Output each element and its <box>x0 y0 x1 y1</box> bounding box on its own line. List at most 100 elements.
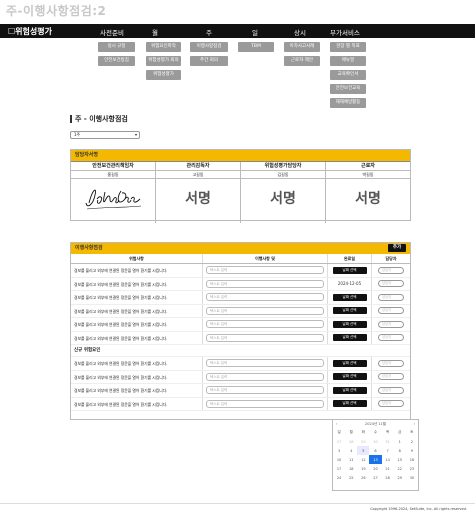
action-input[interactable]: 텍스트 입력 <box>206 293 324 302</box>
calendar-day[interactable]: 2 <box>406 437 418 446</box>
menu-week[interactable]: 주 <box>206 27 212 37</box>
date-select-button[interactable]: 날짜 선택 <box>332 359 367 367</box>
date-select-button[interactable]: 날짜 선택 <box>332 307 367 315</box>
date-select-button[interactable]: 날짜 선택 <box>332 386 367 394</box>
table-row: 경보를 울리고 외부에 연결된 정문을 열어 환기를 시킵니다. 텍스트 입력 날짜… <box>71 384 410 398</box>
manager-input[interactable]: 담당자 <box>378 334 404 342</box>
date-select-button[interactable]: 날짜 선택 <box>332 373 367 381</box>
calendar-day[interactable]: 10 <box>333 455 345 464</box>
action-input[interactable]: 텍스트 입력 <box>206 279 324 288</box>
action-input[interactable]: 텍스트 입력 <box>206 372 324 381</box>
submenu-item[interactable]: 교육확인서 <box>330 70 366 80</box>
brand-label[interactable]: ☐위험성평가 <box>8 26 52 37</box>
manager-cell: 담당자 <box>372 384 410 397</box>
menu-always[interactable]: 상시 <box>294 27 306 37</box>
next-month-icon[interactable]: › <box>414 422 415 426</box>
calendar-day[interactable]: 30 <box>369 437 381 446</box>
manager-input[interactable]: 담당자 <box>378 373 404 381</box>
action-input[interactable]: 텍스트 입력 <box>206 359 324 368</box>
calendar-day[interactable]: 12 <box>357 455 369 464</box>
action-input[interactable]: 텍스트 입력 <box>206 399 324 408</box>
calendar-day[interactable]: 13 <box>369 455 382 464</box>
menu-extra[interactable]: 부가서비스 <box>330 27 360 37</box>
calendar-day[interactable]: 7 <box>382 446 394 455</box>
date-value[interactable]: 2024-12-05 <box>338 281 361 286</box>
date-select-button[interactable]: 날짜 선택 <box>332 293 367 301</box>
calendar-day[interactable]: 8 <box>394 446 406 455</box>
submenu-item[interactable]: TBM <box>238 42 274 52</box>
calendar-day[interactable]: 11 <box>345 455 357 464</box>
calendar-day[interactable]: 17 <box>333 464 345 473</box>
date-select-button[interactable]: 날짜 선택 <box>332 266 367 274</box>
action-input[interactable]: 텍스트 입력 <box>206 306 324 315</box>
calendar-day[interactable]: 29 <box>394 473 406 482</box>
calendar-day[interactable]: 27 <box>333 437 345 446</box>
manager-input[interactable]: 담당자 <box>378 293 404 301</box>
calendar-day[interactable]: 15 <box>394 455 406 464</box>
submenu-item[interactable]: 안전보건방침 <box>98 56 135 66</box>
manager-input[interactable]: 담당자 <box>378 280 404 288</box>
manager-input[interactable]: 담당자 <box>378 359 404 367</box>
sign-button[interactable]: 서명 <box>156 179 240 219</box>
menu-month[interactable]: 월 <box>152 27 158 37</box>
calendar-day[interactable]: 31 <box>382 437 394 446</box>
calendar-day[interactable]: 30 <box>406 473 418 482</box>
manager-input[interactable]: 담당자 <box>378 386 404 394</box>
submenu-item[interactable]: 주간 회의 <box>190 56 228 66</box>
table-header: 위험사항 이행사항 및 완료일 담당자 <box>71 254 410 264</box>
sign-button[interactable]: 서명 <box>241 179 325 219</box>
submenu-item[interactable]: 아차사고사례 <box>284 42 320 52</box>
date-picker[interactable]: ‹ 2024년 11월 › 일월화수목금토 27 28 29 30 31 1 2 3 4 5 6 7 8… <box>332 419 419 491</box>
calendar-day[interactable]: 29 <box>357 437 369 446</box>
manager-input[interactable]: 담당자 <box>378 266 404 274</box>
prev-month-icon[interactable]: ‹ <box>336 422 337 426</box>
submenu-item[interactable]: 안전보건교육 <box>330 84 366 94</box>
submenu-item[interactable]: 현장 별 목표 <box>330 42 366 52</box>
submenu-item[interactable]: 매뉴얼 <box>330 56 366 66</box>
date-select-button[interactable]: 날짜 선택 <box>332 334 367 342</box>
sign-button[interactable]: 서명 <box>326 179 410 219</box>
calendar-day[interactable]: 3 <box>333 446 345 455</box>
signature-box[interactable] <box>71 183 155 223</box>
calendar-day[interactable]: 21 <box>382 464 394 473</box>
submenu-item[interactable]: 위험요인파악 <box>146 42 181 52</box>
calendar-day[interactable]: 6 <box>369 446 381 455</box>
calendar-day[interactable]: 1 <box>394 437 406 446</box>
calendar-day[interactable]: 25 <box>345 473 357 482</box>
new-hazard-header: 신규 위험요인 <box>71 345 410 357</box>
calendar-day[interactable]: 9 <box>406 446 418 455</box>
action-input[interactable]: 텍스트 입력 <box>206 386 324 395</box>
calendar-day[interactable]: 16 <box>406 455 418 464</box>
calendar-day[interactable]: 23 <box>406 464 418 473</box>
submenu-item[interactable]: 이행사항점검 <box>190 42 228 52</box>
action-input[interactable]: 텍스트 입력 <box>206 333 324 342</box>
manager-input[interactable]: 담당자 <box>378 320 404 328</box>
calendar-day[interactable]: 27 <box>369 473 381 482</box>
submenu-item[interactable]: 위험성평가 <box>146 70 181 80</box>
submenu-item[interactable]: 실시 규정 <box>98 42 135 52</box>
submenu-item[interactable]: 근로자 제안 <box>284 56 320 66</box>
calendar-day[interactable]: 20 <box>369 464 381 473</box>
calendar-day[interactable]: 24 <box>333 473 345 482</box>
calendar-day[interactable]: 5 <box>357 446 370 455</box>
calendar-day[interactable]: 28 <box>345 437 357 446</box>
date-select-button[interactable]: 날짜 선택 <box>332 400 367 408</box>
submenu-item[interactable]: 재해예방활동 <box>330 98 366 108</box>
calendar-day[interactable]: 28 <box>382 473 394 482</box>
submenu-item[interactable]: 위험성평가 회의 <box>146 56 181 66</box>
calendar-day[interactable]: 19 <box>357 464 369 473</box>
date-select-button[interactable]: 날짜 선택 <box>332 320 367 328</box>
add-button[interactable]: 추가 <box>388 244 406 252</box>
calendar-day[interactable]: 14 <box>382 455 394 464</box>
calendar-day[interactable]: 22 <box>394 464 406 473</box>
manager-input[interactable]: 담당자 <box>378 400 404 408</box>
menu-prep[interactable]: 사전준비 <box>100 27 124 37</box>
week-select[interactable]: 1주 ▾ <box>70 131 140 139</box>
manager-input[interactable]: 담당자 <box>378 307 404 315</box>
calendar-day[interactable]: 18 <box>345 464 357 473</box>
action-input[interactable]: 텍스트 입력 <box>206 266 324 275</box>
menu-day[interactable]: 일 <box>252 27 258 37</box>
calendar-day[interactable]: 26 <box>357 473 369 482</box>
calendar-day[interactable]: 4 <box>345 446 357 455</box>
action-input[interactable]: 텍스트 입력 <box>206 320 324 329</box>
